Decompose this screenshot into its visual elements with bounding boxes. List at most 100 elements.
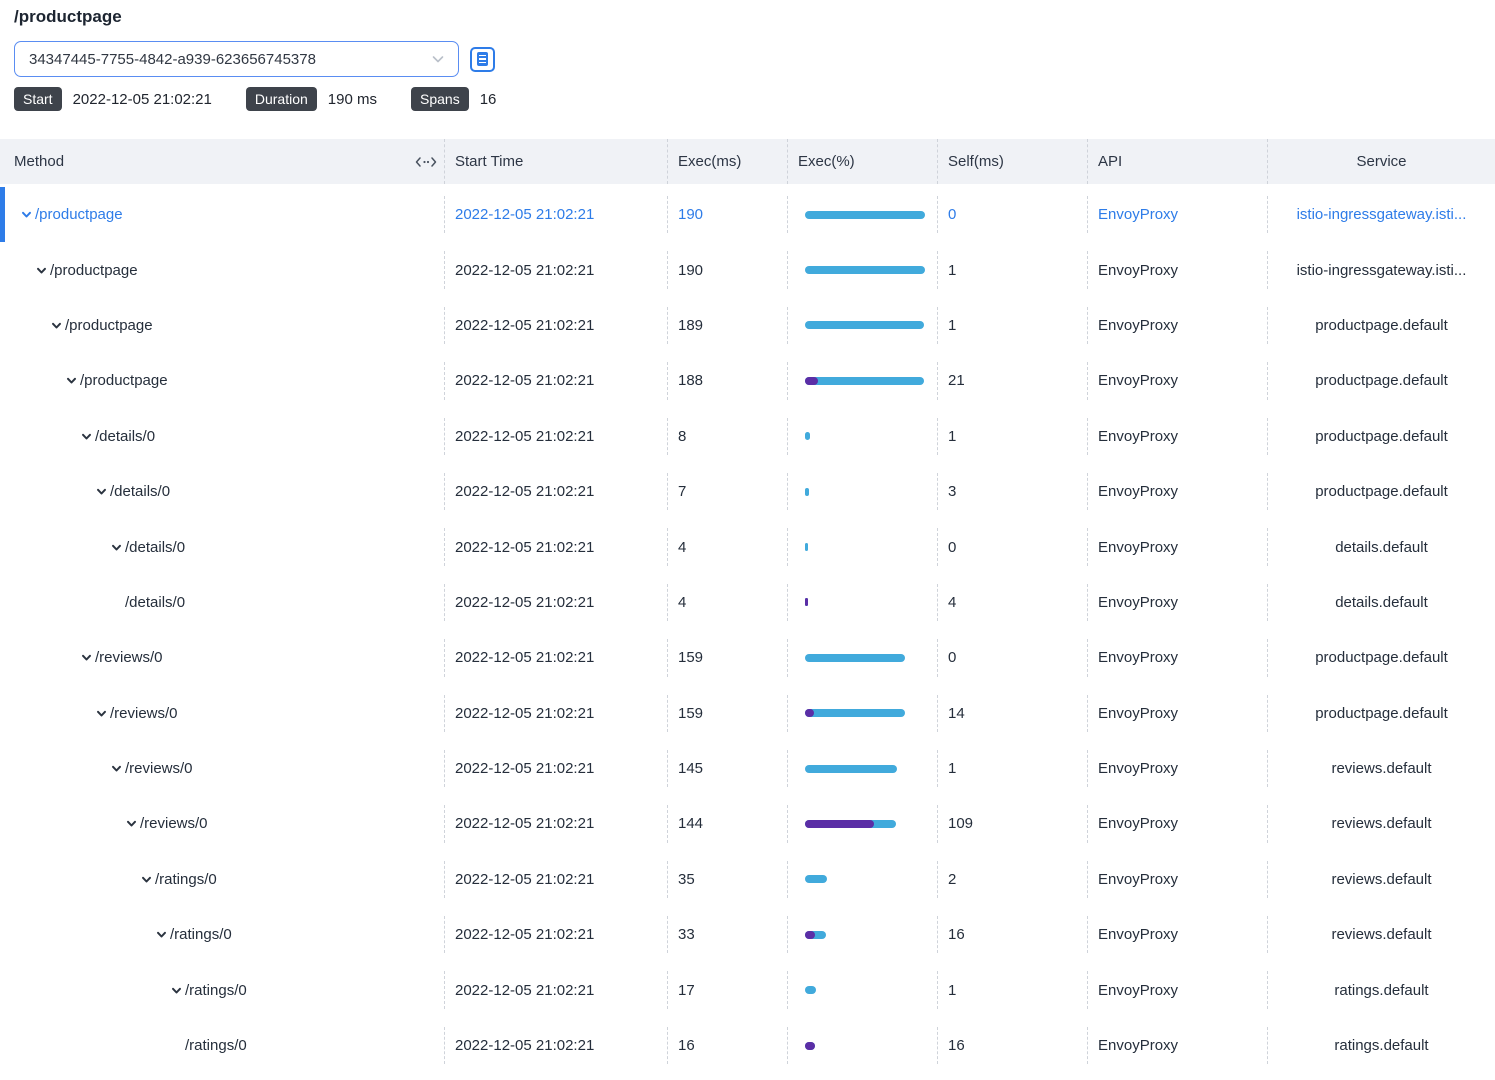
exec-ms-value: 4 — [668, 575, 788, 630]
self-ms-value: 4 — [938, 575, 1088, 630]
exec-percent-cell — [788, 464, 938, 519]
exec-ms-value: 8 — [668, 409, 788, 464]
chevron-down-icon[interactable] — [125, 817, 138, 830]
service-value: productpage.default — [1268, 353, 1495, 408]
table-row[interactable]: /ratings/02022-12-05 21:02:213316EnvoyPr… — [0, 907, 1495, 962]
chevron-down-icon[interactable] — [140, 873, 153, 886]
method-label: /reviews/0 — [110, 705, 178, 722]
exec-percent-bar — [805, 709, 905, 717]
self-ms-value: 16 — [938, 907, 1088, 962]
table-row[interactable]: /productpage2022-12-05 21:02:211900Envoy… — [0, 187, 1495, 242]
exec-percent-bar — [805, 765, 897, 773]
table-row[interactable]: /productpage2022-12-05 21:02:2118821Envo… — [0, 353, 1495, 408]
column-resize-icon[interactable] — [415, 156, 437, 168]
exec-percent-cell — [788, 962, 938, 1017]
start-time-value: 2022-12-05 21:02:21 — [445, 630, 668, 685]
start-badge: Start — [14, 87, 62, 111]
service-value: productpage.default — [1268, 630, 1495, 685]
self-ms-value: 14 — [938, 686, 1088, 741]
trace-summary: Start 2022-12-05 21:02:21 Duration 190 m… — [14, 87, 1481, 111]
api-value: EnvoyProxy — [1088, 962, 1268, 1017]
method-label: /details/0 — [95, 428, 155, 445]
table-row[interactable]: /reviews/02022-12-05 21:02:211451EnvoyPr… — [0, 741, 1495, 796]
column-header-method: Method — [0, 139, 445, 184]
exec-percent-cell — [788, 575, 938, 630]
exec-percent-cell — [788, 242, 938, 297]
self-ms-value: 1 — [938, 242, 1088, 297]
self-ms-value: 0 — [938, 630, 1088, 685]
column-header-start-time: Start Time — [445, 139, 668, 184]
self-ms-value: 3 — [938, 464, 1088, 519]
self-ms-value: 1 — [938, 298, 1088, 353]
service-value: ratings.default — [1268, 962, 1495, 1017]
api-value: EnvoyProxy — [1088, 353, 1268, 408]
start-time-value: 2022-12-05 21:02:21 — [445, 464, 668, 519]
column-header-self-ms: Self(ms) — [938, 139, 1088, 184]
chevron-down-icon[interactable] — [95, 485, 108, 498]
chevron-down-icon[interactable] — [95, 707, 108, 720]
api-value: EnvoyProxy — [1088, 686, 1268, 741]
exec-percent-bar — [805, 820, 896, 828]
exec-percent-bar — [805, 875, 827, 883]
exec-ms-value: 17 — [668, 962, 788, 1017]
service-value: reviews.default — [1268, 907, 1495, 962]
chevron-down-icon[interactable] — [35, 264, 48, 277]
chevron-down-icon[interactable] — [80, 651, 93, 664]
chevron-down-icon[interactable] — [65, 374, 78, 387]
table-row[interactable]: /details/02022-12-05 21:02:2181EnvoyProx… — [0, 409, 1495, 464]
exec-percent-cell — [788, 298, 938, 353]
exec-percent-bar — [805, 432, 810, 440]
api-value: EnvoyProxy — [1088, 852, 1268, 907]
table-row[interactable]: /ratings/02022-12-05 21:02:21352EnvoyPro… — [0, 852, 1495, 907]
api-value: EnvoyProxy — [1088, 409, 1268, 464]
table-row[interactable]: /ratings/02022-12-05 21:02:21171EnvoyPro… — [0, 962, 1495, 1017]
start-time-value: 2022-12-05 21:02:21 — [445, 298, 668, 353]
api-value: EnvoyProxy — [1088, 187, 1268, 242]
exec-percent-cell — [788, 741, 938, 796]
exec-percent-cell — [788, 1018, 938, 1073]
start-time-value: 2022-12-05 21:02:21 — [445, 907, 668, 962]
table-row[interactable]: /productpage2022-12-05 21:02:211901Envoy… — [0, 242, 1495, 297]
column-header-api: API — [1088, 139, 1268, 184]
table-row[interactable]: /ratings/02022-12-05 21:02:211616EnvoyPr… — [0, 1018, 1495, 1073]
api-value: EnvoyProxy — [1088, 298, 1268, 353]
method-label: /reviews/0 — [95, 649, 163, 666]
exec-percent-cell — [788, 796, 938, 851]
chevron-down-icon[interactable] — [155, 928, 168, 941]
exec-percent-cell — [788, 187, 938, 242]
chevron-down-icon[interactable] — [110, 541, 123, 554]
table-row[interactable]: /reviews/02022-12-05 21:02:21144109Envoy… — [0, 796, 1495, 851]
chevron-down-icon[interactable] — [170, 984, 183, 997]
start-time-value: 2022-12-05 21:02:21 — [445, 242, 668, 297]
trace-id-select[interactable]: 34347445-7755-4842-a939-623656745378 — [14, 41, 459, 77]
start-time-value: 2022-12-05 21:02:21 — [445, 741, 668, 796]
chevron-down-icon[interactable] — [50, 319, 63, 332]
table-row[interactable]: /details/02022-12-05 21:02:2173EnvoyProx… — [0, 464, 1495, 519]
chevron-down-icon[interactable] — [80, 430, 93, 443]
exec-ms-value: 35 — [668, 852, 788, 907]
column-header-exec-pct: Exec(%) — [788, 139, 938, 184]
self-time-bar — [805, 709, 814, 717]
table-row[interactable]: /details/02022-12-05 21:02:2140EnvoyProx… — [0, 519, 1495, 574]
service-value: productpage.default — [1268, 686, 1495, 741]
trace-header: /productpage 34347445-7755-4842-a939-623… — [0, 0, 1495, 111]
chevron-down-icon[interactable] — [110, 762, 123, 775]
api-value: EnvoyProxy — [1088, 519, 1268, 574]
method-label: /productpage — [65, 317, 153, 334]
exec-percent-cell — [788, 852, 938, 907]
start-time-value: 2022-12-05 21:02:21 — [445, 1018, 668, 1073]
service-value: istio-ingressgateway.isti... — [1268, 242, 1495, 297]
table-row[interactable]: /reviews/02022-12-05 21:02:211590EnvoyPr… — [0, 630, 1495, 685]
api-value: EnvoyProxy — [1088, 575, 1268, 630]
start-time-value: 2022-12-05 21:02:21 — [445, 686, 668, 741]
exec-percent-bar — [805, 986, 816, 994]
start-time-value: 2022-12-05 21:02:21 — [445, 796, 668, 851]
table-row[interactable]: /details/02022-12-05 21:02:2144EnvoyProx… — [0, 575, 1495, 630]
table-row[interactable]: /productpage2022-12-05 21:02:211891Envoy… — [0, 298, 1495, 353]
method-label: /details/0 — [125, 594, 185, 611]
table-row[interactable]: /reviews/02022-12-05 21:02:2115914EnvoyP… — [0, 686, 1495, 741]
exec-ms-value: 16 — [668, 1018, 788, 1073]
clipboard-icon[interactable] — [470, 47, 495, 72]
method-label: /ratings/0 — [170, 926, 232, 943]
chevron-down-icon[interactable] — [20, 208, 33, 221]
